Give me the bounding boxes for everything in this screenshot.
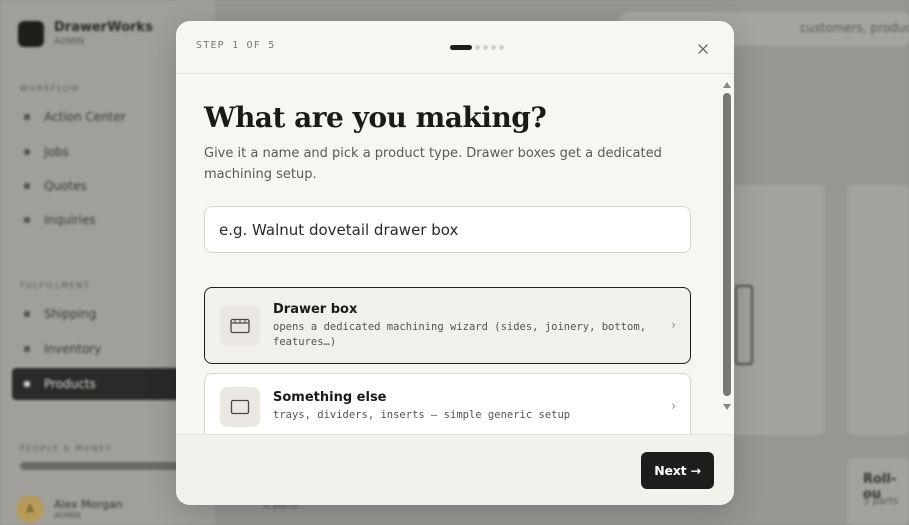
option-description: opens a dedicated machining wizard (side… <box>273 321 646 348</box>
tag-icon <box>24 346 30 352</box>
page-subtitle: Give it a name and pick a product type. … <box>204 146 662 182</box>
chevron-right-icon: › <box>671 399 676 413</box>
sidebar-item-action-center[interactable]: Action Center <box>24 110 126 124</box>
close-button[interactable] <box>692 38 714 60</box>
inbox-icon <box>24 217 30 223</box>
brand-sub: ADMIN <box>54 37 85 47</box>
plus-icon <box>24 149 30 155</box>
sidebar-item-quotes[interactable]: Quotes <box>24 179 87 193</box>
scroll-up-icon[interactable] <box>722 80 732 90</box>
product-name-input[interactable] <box>204 206 691 253</box>
section-label-fulfillment: FULFILLMENT <box>20 281 91 290</box>
modal-footer: Next → <box>176 434 734 505</box>
drawer-icon <box>220 306 260 346</box>
avatar: A <box>16 495 44 523</box>
option-title: Something else <box>273 390 387 405</box>
product-card-sub: 5 parts <box>863 496 899 507</box>
brand: DrawerWorks ADMIN <box>18 20 153 47</box>
step-dot <box>499 45 504 50</box>
step-dot <box>475 45 480 50</box>
sidebar-item-label: Jobs <box>44 145 69 159</box>
step-dot-active <box>450 45 472 50</box>
user-name: Alex Morgan <box>54 498 123 511</box>
modal-scrollbar[interactable] <box>722 80 732 412</box>
new-product-modal: STEP 1 OF 5 What are you making? Give it… <box>176 21 734 505</box>
modal-body: What are you making? Give it a name and … <box>176 75 734 434</box>
brand-logo-icon <box>18 20 44 47</box>
sidebar-item-label: Quotes <box>44 179 87 193</box>
scroll-down-icon[interactable] <box>722 402 732 412</box>
square-icon <box>220 387 260 427</box>
scrollbar-thumb[interactable] <box>723 93 731 396</box>
step-dot <box>491 45 496 50</box>
sidebar-item-shipping[interactable]: Shipping <box>24 307 96 321</box>
option-something-else[interactable]: Something else trays, dividers, inserts … <box>204 373 691 434</box>
sidebar-item-label: Shipping <box>44 307 97 321</box>
step-indicator <box>450 45 504 50</box>
step-label: STEP 1 OF 5 <box>196 40 276 51</box>
section-label-workflow: WORKFLOW <box>20 84 80 93</box>
option-description: trays, dividers, inserts — simple generi… <box>273 409 571 421</box>
close-icon <box>698 44 708 54</box>
modal-header: STEP 1 OF 5 <box>176 21 734 74</box>
bolt-icon <box>24 114 30 120</box>
next-button[interactable]: Next → <box>641 452 714 489</box>
user-profile[interactable]: A Alex Morgan ADMIN <box>16 495 122 523</box>
sidebar-item-inquiries[interactable]: Inquiries <box>24 213 96 227</box>
user-role: ADMIN <box>54 511 81 520</box>
drawer-illustration-icon <box>735 285 753 365</box>
sidebar-item-inventory[interactable]: Inventory <box>24 342 101 356</box>
sidebar-item-label: Inquiries <box>44 213 96 227</box>
section-label-people: PEOPLE & MONEY <box>20 444 112 453</box>
product-card[interactable] <box>847 185 909 435</box>
option-title: Drawer box <box>273 302 358 317</box>
truck-icon <box>24 311 30 317</box>
step-dot <box>483 45 488 50</box>
page-title: What are you making? <box>204 101 547 134</box>
sidebar-item-jobs[interactable]: Jobs <box>24 145 69 159</box>
chevron-right-icon: › <box>671 318 676 332</box>
option-drawer-box[interactable]: Drawer box opens a dedicated machining w… <box>204 287 691 364</box>
quote-icon <box>24 183 30 189</box>
sidebar-item-label: Inventory <box>44 342 102 356</box>
sidebar-item-label: Action Center <box>44 110 126 124</box>
brand-name: DrawerWorks <box>54 20 153 35</box>
sidebar-item-label: Products <box>44 377 96 391</box>
box-icon <box>24 381 30 387</box>
